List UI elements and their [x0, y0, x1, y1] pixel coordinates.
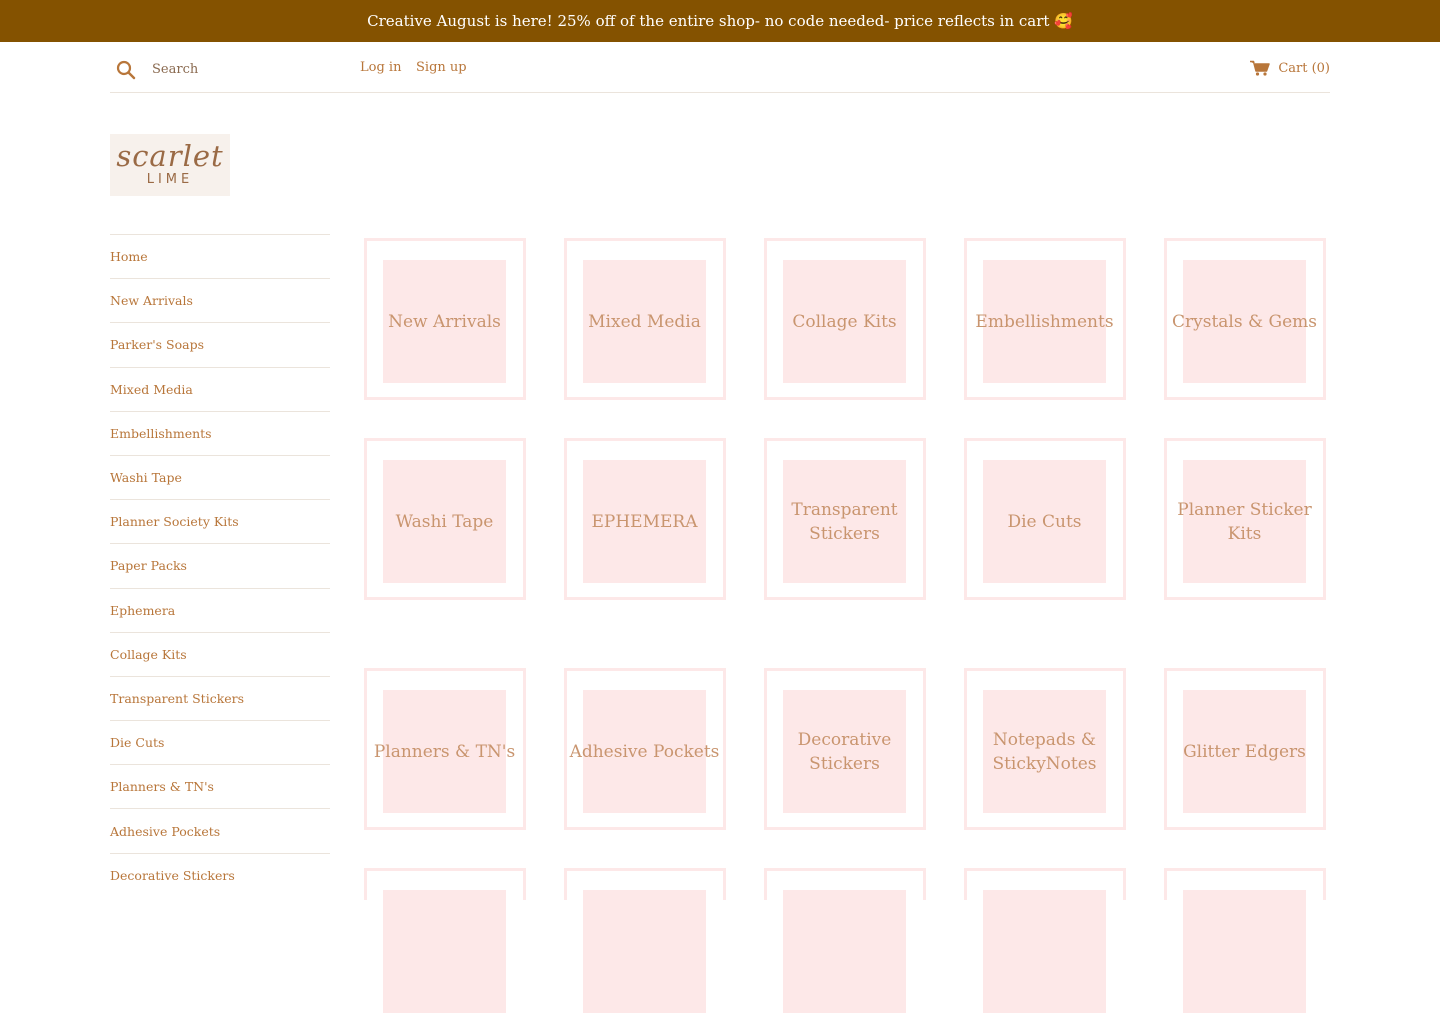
collection-tile[interactable]: [964, 868, 1126, 1013]
announcement-text: Creative August is here! 25% off of the …: [367, 12, 1073, 30]
sidebar-item-new-arrivals[interactable]: New Arrivals: [110, 278, 330, 322]
collection-title: Planners & TN's: [373, 741, 516, 762]
collection-image: Planners & TN's: [374, 690, 515, 813]
collection-image: Washi Tape: [383, 460, 506, 583]
login-link[interactable]: Log in: [360, 60, 401, 75]
collection-image: Embellishments: [975, 260, 1114, 383]
collection-title: Decorative Stickers: [797, 729, 892, 774]
collection-title: Planner Sticker Kits: [1177, 499, 1312, 544]
collection-tile[interactable]: Decorative Stickers: [764, 668, 926, 830]
logo-script-text: scarlet: [116, 139, 224, 173]
signup-link[interactable]: Sign up: [416, 60, 467, 75]
sidebar-item-die-cuts[interactable]: Die Cuts: [110, 720, 330, 764]
search-input[interactable]: [150, 56, 334, 82]
collection-image: Adhesive Pockets: [570, 690, 719, 813]
sidebar-item-ephemera[interactable]: Ephemera: [110, 587, 330, 632]
collection-tile[interactable]: [364, 868, 526, 1013]
store-logo[interactable]: scarlet LIME: [110, 134, 230, 196]
collection-tile[interactable]: Collage Kits: [764, 238, 926, 400]
collection-tile[interactable]: New Arrivals: [364, 238, 526, 400]
announcement-bar: Creative August is here! 25% off of the …: [0, 0, 1440, 42]
sidebar-item-collage-kits[interactable]: Collage Kits: [110, 631, 330, 676]
collection-image: Planner Sticker Kits: [1177, 460, 1312, 583]
collection-image: [383, 890, 506, 1013]
collection-tile[interactable]: Embellishments: [964, 238, 1126, 400]
collection-image: New Arrivals: [383, 260, 506, 383]
collection-tile[interactable]: Crystals & Gems: [1164, 238, 1326, 400]
collection-title: Die Cuts: [1007, 511, 1082, 532]
collection-tile[interactable]: Washi Tape: [364, 438, 526, 600]
collection-title: New Arrivals: [388, 311, 501, 332]
collection-tile[interactable]: Adhesive Pockets: [564, 668, 726, 830]
collection-title: Adhesive Pockets: [569, 741, 720, 762]
sidebar-item-paper-packs[interactable]: Paper Packs: [110, 543, 330, 587]
search-icon[interactable]: [116, 60, 136, 80]
collection-tile[interactable]: Planners & TN's: [364, 668, 526, 830]
sidebar-item-planners-tns[interactable]: Planners & TN's: [110, 764, 330, 808]
collection-title: Washi Tape: [395, 511, 494, 532]
collection-tile[interactable]: EPHEMERA: [564, 438, 726, 600]
sidebar-item-planner-society-kits[interactable]: Planner Society Kits: [110, 499, 330, 543]
collection-image: EPHEMERA: [583, 460, 706, 583]
collection-tile[interactable]: Transparent Stickers: [764, 438, 926, 600]
top-bar: Log in Sign up Cart (0): [110, 42, 1330, 93]
sidebar-item-mixed-media[interactable]: Mixed Media: [110, 366, 330, 411]
collection-image: Glitter Edgers: [1183, 690, 1306, 813]
collection-image: Mixed Media: [583, 260, 706, 383]
sidebar-item-decorative-stickers[interactable]: Decorative Stickers: [110, 852, 330, 897]
collection-image: Die Cuts: [983, 460, 1106, 583]
collection-tile[interactable]: [764, 868, 926, 1013]
collection-title: Glitter Edgers: [1183, 741, 1306, 762]
sidebar-item-adhesive-pockets[interactable]: Adhesive Pockets: [110, 808, 330, 852]
sidebar-item-home[interactable]: Home: [110, 234, 330, 278]
sidebar-item-transparent-stickers[interactable]: Transparent Stickers: [110, 675, 330, 720]
collection-title: Notepads & StickyNotes: [992, 729, 1097, 774]
collection-image: [783, 890, 906, 1013]
collection-tile[interactable]: Glitter Edgers: [1164, 668, 1326, 830]
collection-tile[interactable]: Planner Sticker Kits: [1164, 438, 1326, 600]
collection-tile[interactable]: Die Cuts: [964, 438, 1126, 600]
collection-image: Transparent Stickers: [783, 460, 906, 583]
sidebar-nav: Home New Arrivals Parker's Soaps Mixed M…: [110, 234, 330, 897]
collection-image: [983, 890, 1106, 1013]
cart-link[interactable]: Cart (0): [1250, 60, 1330, 76]
sidebar-item-washi-tape[interactable]: Washi Tape: [110, 454, 330, 499]
sidebar-item-parkers-soaps[interactable]: Parker's Soaps: [110, 322, 330, 366]
cart-label: Cart (0): [1278, 60, 1330, 76]
logo-sub-text: LIME: [146, 172, 194, 187]
collection-image: Decorative Stickers: [783, 690, 906, 813]
cart-icon: [1250, 60, 1271, 76]
collection-title: Mixed Media: [588, 311, 701, 332]
collection-image: Notepads & StickyNotes: [983, 690, 1106, 813]
sidebar-item-embellishments[interactable]: Embellishments: [110, 410, 330, 455]
collection-title: Embellishments: [975, 311, 1114, 332]
collection-image: Crystals & Gems: [1172, 260, 1317, 383]
collection-title: Collage Kits: [792, 311, 897, 332]
collection-tile[interactable]: Mixed Media: [564, 238, 726, 400]
collection-title: Crystals & Gems: [1171, 311, 1317, 332]
collection-image: Collage Kits: [783, 260, 906, 383]
collection-title: EPHEMERA: [591, 511, 698, 532]
collection-tile[interactable]: [1164, 868, 1326, 1013]
collection-image: [1183, 890, 1306, 1013]
collection-image: [583, 890, 706, 1013]
collection-tile[interactable]: [564, 868, 726, 1013]
collection-title: Transparent Stickers: [791, 499, 898, 544]
collection-tile[interactable]: Notepads & StickyNotes: [964, 668, 1126, 830]
